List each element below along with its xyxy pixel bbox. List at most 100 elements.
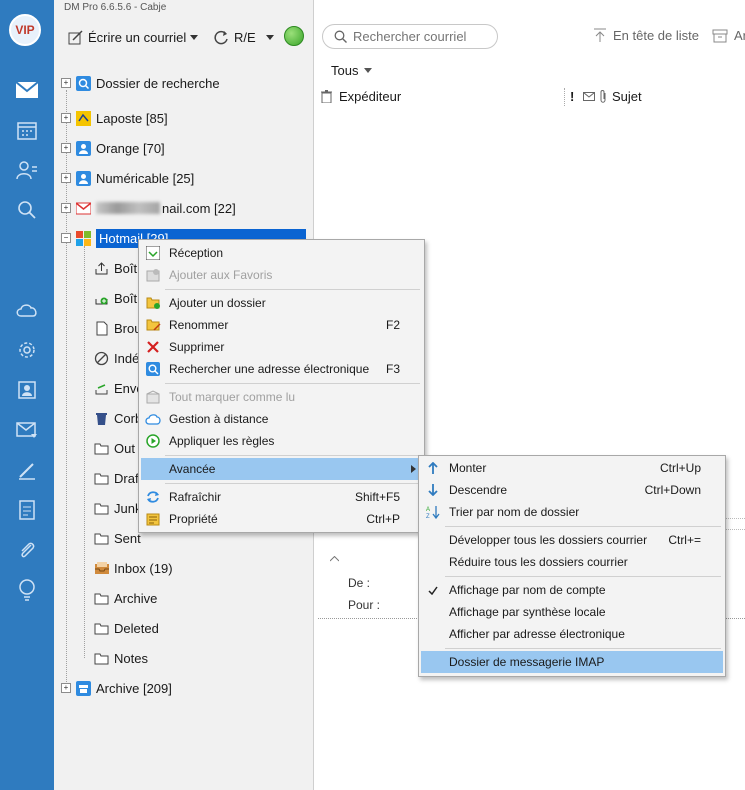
account-numericable[interactable]: Numéricable [25] bbox=[76, 168, 194, 188]
menu-item-properties[interactable]: Propriété Ctrl+P bbox=[141, 508, 422, 530]
trash-column-icon[interactable] bbox=[321, 90, 332, 103]
folder-icon bbox=[94, 441, 109, 456]
reply-button[interactable]: R/E bbox=[214, 27, 256, 47]
submenu-item-view-by-account[interactable]: Affichage par nom de compte bbox=[421, 579, 723, 601]
search-box[interactable] bbox=[322, 24, 498, 49]
search-input[interactable] bbox=[353, 29, 491, 44]
contact-card-icon[interactable] bbox=[14, 377, 40, 403]
reply-refresh-icon bbox=[214, 30, 229, 45]
menu-item-remote-management[interactable]: Gestion à distance bbox=[141, 408, 422, 430]
sort-az-icon: AZ bbox=[425, 504, 441, 520]
folder-icon bbox=[94, 621, 109, 636]
folder-inbox-add[interactable]: Boît bbox=[94, 288, 137, 308]
user-account-icon bbox=[76, 140, 91, 156]
reply-dropdown-arrow-icon[interactable] bbox=[266, 27, 274, 47]
expand-toggle-icon[interactable]: + bbox=[61, 173, 71, 183]
delete-x-icon bbox=[145, 339, 161, 355]
folder-trash[interactable]: Corb bbox=[94, 408, 142, 428]
menu-item-add-folder[interactable]: Ajouter un dossier bbox=[141, 292, 422, 314]
folder-outbox-draft[interactable]: Boît bbox=[94, 258, 137, 278]
expand-toggle-icon[interactable]: + bbox=[61, 113, 71, 123]
menu-item-add-favorites[interactable]: Ajouter aux Favoris bbox=[141, 264, 422, 286]
calendar-icon[interactable] bbox=[14, 117, 40, 143]
refresh-icon bbox=[145, 489, 161, 505]
menu-item-search-address[interactable]: Rechercher une adresse électronique F3 bbox=[141, 358, 422, 380]
submenu-item-sort-by-name[interactable]: AZ Trier par nom de dossier bbox=[421, 501, 723, 523]
menu-separator bbox=[165, 483, 420, 484]
column-priority[interactable]: ! bbox=[570, 89, 574, 104]
search-icon[interactable] bbox=[14, 197, 40, 223]
folder-sent[interactable]: Sent bbox=[94, 528, 141, 548]
menu-item-delete[interactable]: Supprimer bbox=[141, 336, 422, 358]
collapse-header-icon[interactable] bbox=[330, 556, 339, 562]
folder-notes[interactable]: Notes bbox=[94, 648, 148, 668]
expand-toggle-icon[interactable]: + bbox=[61, 683, 71, 693]
attachment-column-icon[interactable] bbox=[599, 90, 607, 103]
submenu-item-expand-all[interactable]: Développer tous les dossiers courrier Ct… bbox=[421, 529, 723, 551]
folder-deleted[interactable]: Deleted bbox=[94, 618, 159, 638]
arrow-up-icon bbox=[425, 460, 441, 476]
list-header-button[interactable]: En tête de liste bbox=[593, 28, 699, 43]
expand-toggle-icon[interactable]: + bbox=[61, 203, 71, 213]
folder-outbox[interactable]: Out bbox=[94, 438, 135, 458]
tips-icon[interactable] bbox=[14, 577, 40, 603]
archive-button[interactable]: Ar bbox=[712, 28, 745, 43]
account-laposte[interactable]: Laposte [85] bbox=[76, 108, 168, 128]
folder-search[interactable]: Dossier de recherche bbox=[76, 73, 220, 93]
menu-item-reception[interactable]: Réception bbox=[141, 242, 422, 264]
menu-item-rename[interactable]: Renommer F2 bbox=[141, 314, 422, 336]
column-sender[interactable]: Expéditeur bbox=[339, 89, 401, 104]
contacts-icon[interactable] bbox=[14, 157, 40, 183]
compose-dropdown-arrow-icon[interactable] bbox=[190, 27, 198, 47]
menu-item-refresh[interactable]: Rafraîchir Shift+F5 bbox=[141, 486, 422, 508]
folder-drafts-imap[interactable]: Draf bbox=[94, 468, 139, 488]
mail-icon[interactable] bbox=[14, 77, 40, 103]
arrow-down-icon bbox=[425, 482, 441, 498]
collapse-toggle-icon[interactable]: − bbox=[61, 233, 71, 243]
vip-badge-icon[interactable]: VIP bbox=[9, 14, 41, 46]
folder-inbox[interactable]: Inbox (19) bbox=[94, 558, 173, 578]
menu-item-advanced[interactable]: Avancée bbox=[141, 458, 422, 480]
folder-icon bbox=[94, 651, 109, 666]
menu-item-apply-rules[interactable]: Appliquer les règles bbox=[141, 430, 422, 452]
app-title: DM Pro 6.6.5.6 - Cabje bbox=[64, 2, 167, 13]
cloud-icon[interactable] bbox=[14, 297, 40, 323]
svg-text:Z: Z bbox=[426, 514, 430, 519]
submenu-item-collapse-all[interactable]: Réduire tous les dossiers courrier bbox=[421, 551, 723, 573]
chevron-down-icon bbox=[364, 68, 373, 73]
expand-toggle-icon[interactable]: + bbox=[61, 143, 71, 153]
folder-spam[interactable]: Indé bbox=[94, 348, 139, 368]
settings-icon[interactable] bbox=[14, 337, 40, 363]
search-icon bbox=[334, 30, 347, 43]
expand-toggle-icon[interactable]: + bbox=[61, 78, 71, 88]
search-folder-icon bbox=[76, 75, 91, 91]
submenu-item-move-up[interactable]: Monter Ctrl+Up bbox=[421, 457, 723, 479]
account-archive[interactable]: Archive [209] bbox=[76, 678, 172, 698]
upload-tray-icon bbox=[94, 261, 109, 276]
cloud-icon bbox=[145, 411, 161, 427]
folder-drafts[interactable]: Brou bbox=[94, 318, 141, 338]
account-orange[interactable]: Orange [70] bbox=[76, 138, 165, 158]
column-subject[interactable]: Sujet bbox=[612, 89, 642, 104]
folder-sent-items[interactable]: Envo bbox=[94, 378, 144, 398]
read-status-column-icon[interactable] bbox=[583, 92, 595, 101]
submenu-item-view-by-email[interactable]: Afficher par adresse électronique bbox=[421, 623, 723, 645]
pen-icon[interactable] bbox=[14, 457, 40, 483]
attachment-icon[interactable] bbox=[14, 537, 40, 563]
submenu-item-view-local-summary[interactable]: Affichage par synthèse locale bbox=[421, 601, 723, 623]
online-status-icon[interactable] bbox=[284, 26, 304, 46]
send-tray-icon bbox=[94, 381, 109, 396]
filter-dropdown[interactable]: Tous bbox=[331, 63, 373, 78]
play-circle-icon bbox=[145, 433, 161, 449]
account-gmail[interactable]: nail.com [22] bbox=[76, 198, 236, 218]
menu-item-mark-all-read[interactable]: Tout marquer comme lu bbox=[141, 386, 422, 408]
mail-settings-icon[interactable] bbox=[14, 417, 40, 443]
note-icon[interactable] bbox=[14, 497, 40, 523]
folder-junk[interactable]: Junk bbox=[94, 498, 141, 518]
from-label: De : bbox=[348, 576, 371, 590]
submenu-item-imap-folder[interactable]: Dossier de messagerie IMAP bbox=[421, 651, 723, 673]
folder-archive[interactable]: Archive bbox=[94, 588, 157, 608]
submenu-item-move-down[interactable]: Descendre Ctrl+Down bbox=[421, 479, 723, 501]
compose-button[interactable]: Écrire un courriel bbox=[68, 27, 186, 47]
search-icon bbox=[145, 361, 161, 377]
